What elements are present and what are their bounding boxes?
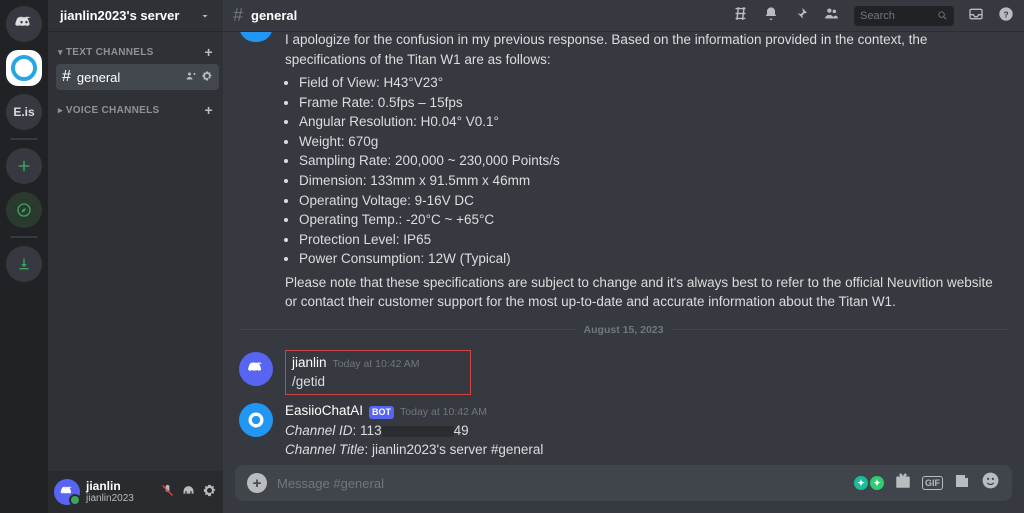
message-line: Channel Title: jianlin2023's server #gen… bbox=[285, 440, 1008, 460]
message-user-getid: jianlin Today at 10:42 AM /getid bbox=[239, 344, 1008, 395]
download-apps-button[interactable] bbox=[6, 246, 42, 282]
hash-icon: # bbox=[62, 68, 71, 86]
svg-text:?: ? bbox=[1003, 9, 1008, 19]
spec-list: Field of View: H43°V23°Frame Rate: 0.5fp… bbox=[299, 73, 1008, 269]
user-avatar[interactable] bbox=[239, 352, 273, 386]
user-panel: jianlin jianlin2023 bbox=[48, 471, 223, 513]
members-icon[interactable] bbox=[823, 5, 840, 26]
add-server-button[interactable] bbox=[6, 148, 42, 184]
message-line: Channel ID: 11349 bbox=[285, 421, 1008, 441]
spec-item: Angular Resolution: H0.04° V0.1° bbox=[299, 112, 1008, 132]
self-username: jianlin2023 bbox=[86, 493, 134, 504]
hash-icon: # bbox=[233, 5, 243, 26]
bot-tag: BOT bbox=[369, 406, 394, 419]
channel-title: general bbox=[251, 8, 297, 23]
pinned-icon[interactable] bbox=[793, 6, 809, 26]
message-timestamp: Today at 10:42 AM bbox=[400, 405, 487, 420]
message-text: I apologize for the confusion in my prev… bbox=[285, 32, 1008, 69]
spec-item: Protection Level: IP65 bbox=[299, 230, 1008, 250]
message-author[interactable]: EasiioChatAI bbox=[285, 401, 363, 421]
input-placeholder: Message #general bbox=[277, 476, 844, 491]
message-text: Please note that these specifications ar… bbox=[285, 273, 1008, 312]
annotation-highlight: jianlin Today at 10:42 AM /getid bbox=[285, 350, 471, 395]
deafen-button[interactable] bbox=[181, 483, 196, 501]
server-header-dropdown[interactable]: jianlin2023's server bbox=[48, 0, 223, 32]
spec-item: Operating Voltage: 9-16V DC bbox=[299, 191, 1008, 211]
date-divider: August 15, 2023 bbox=[239, 324, 1008, 336]
text-channels-group: ▾TEXT CHANNELS + # general bbox=[48, 32, 223, 90]
message-input-row: + Message #general ✦✦ GIF bbox=[223, 465, 1024, 513]
gif-icon[interactable]: GIF bbox=[922, 476, 943, 490]
threads-icon[interactable] bbox=[732, 5, 749, 26]
search-placeholder: Search bbox=[860, 10, 895, 22]
main-area: # general Search ? bbox=[223, 0, 1024, 513]
server-rail: E.is bbox=[0, 0, 48, 513]
self-display-name: jianlin bbox=[86, 480, 134, 493]
spec-item: Weight: 670g bbox=[299, 132, 1008, 152]
voice-channels-header[interactable]: ▸VOICE CHANNELS + bbox=[56, 98, 219, 122]
channel-general[interactable]: # general bbox=[56, 64, 219, 90]
explore-servers-button[interactable] bbox=[6, 192, 42, 228]
spec-item: Sampling Rate: 200,000 ~ 230,000 Points/… bbox=[299, 151, 1008, 171]
dm-home-button[interactable] bbox=[6, 6, 42, 42]
channel-sidebar: jianlin2023's server ▾TEXT CHANNELS + # … bbox=[48, 0, 223, 513]
redacted-id bbox=[382, 426, 454, 437]
spec-item: Operating Temp.: -20°C ~ +65°C bbox=[299, 210, 1008, 230]
attach-button[interactable]: + bbox=[247, 473, 267, 493]
add-voice-channel-button[interactable]: + bbox=[205, 102, 213, 118]
text-channels-header[interactable]: ▾TEXT CHANNELS + bbox=[56, 40, 219, 64]
spec-item: Frame Rate: 0.5fps – 15fps bbox=[299, 93, 1008, 113]
server-name: jianlin2023's server bbox=[60, 8, 179, 23]
message-bot-getid-response: EasiioChatAI BOT Today at 10:42 AM Chann… bbox=[239, 395, 1008, 460]
mute-mic-button[interactable] bbox=[160, 483, 175, 501]
sticker-icon[interactable] bbox=[953, 472, 971, 495]
self-avatar[interactable] bbox=[54, 479, 80, 505]
search-input[interactable]: Search bbox=[854, 6, 954, 26]
notifications-icon[interactable] bbox=[763, 6, 779, 26]
nitro-boost-icon[interactable]: ✦✦ bbox=[854, 476, 884, 490]
voice-channels-group: ▸VOICE CHANNELS + bbox=[48, 90, 223, 122]
spec-item: Dimension: 133mm x 91.5mm x 46mm bbox=[299, 171, 1008, 191]
add-text-channel-button[interactable]: + bbox=[205, 44, 213, 60]
spec-item: Power Consumption: 12W (Typical) bbox=[299, 249, 1008, 269]
channel-label: general bbox=[77, 70, 120, 85]
self-name-block[interactable]: jianlin jianlin2023 bbox=[86, 480, 134, 504]
bot-avatar[interactable] bbox=[239, 32, 273, 42]
message-timestamp: Today at 10:42 AM bbox=[333, 357, 420, 372]
invite-icon[interactable] bbox=[185, 70, 197, 85]
bot-avatar[interactable] bbox=[239, 403, 273, 437]
message-author[interactable]: jianlin bbox=[292, 353, 327, 373]
help-icon[interactable]: ? bbox=[998, 6, 1014, 26]
server-eis[interactable]: E.is bbox=[6, 94, 42, 130]
message-list[interactable]: I apologize for the confusion in my prev… bbox=[223, 32, 1024, 465]
message-content: /getid bbox=[292, 372, 420, 392]
server-jianlin2023[interactable] bbox=[6, 50, 42, 86]
gift-icon[interactable] bbox=[894, 472, 912, 495]
search-icon bbox=[937, 10, 948, 21]
message-bot-specs: I apologize for the confusion in my prev… bbox=[239, 32, 1008, 316]
channel-top-bar: # general Search ? bbox=[223, 0, 1024, 32]
inbox-icon[interactable] bbox=[968, 6, 984, 26]
emoji-icon[interactable] bbox=[981, 471, 1000, 495]
spec-item: Field of View: H43°V23° bbox=[299, 73, 1008, 93]
user-settings-button[interactable] bbox=[202, 483, 217, 501]
message-input[interactable]: + Message #general ✦✦ GIF bbox=[235, 465, 1012, 501]
channel-settings-icon[interactable] bbox=[201, 70, 213, 85]
